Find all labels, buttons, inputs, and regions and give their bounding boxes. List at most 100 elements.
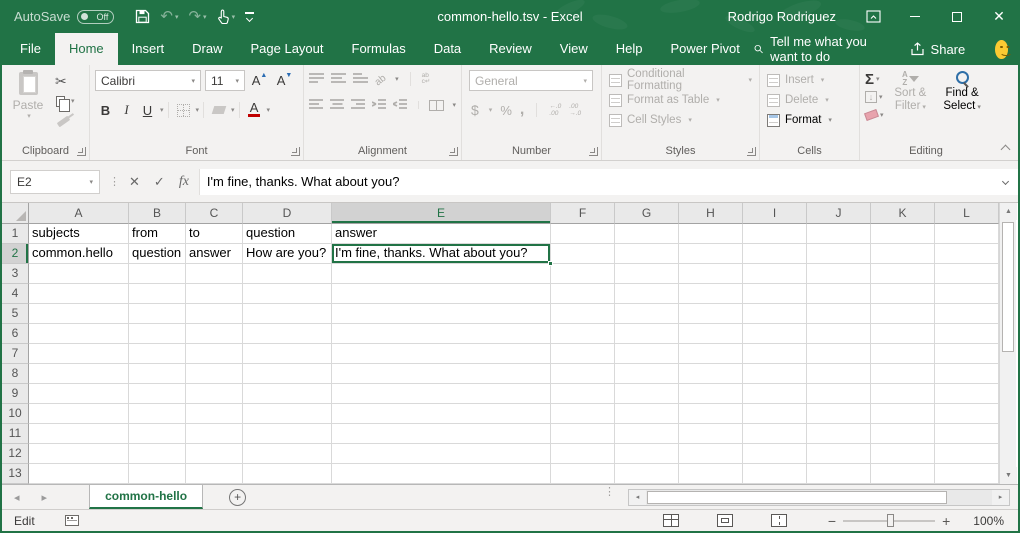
cell-J13[interactable]: [807, 464, 871, 484]
cell-C7[interactable]: [186, 344, 243, 364]
touch-mouse-mode-button[interactable]: ▾: [214, 7, 239, 26]
previous-sheet-button[interactable]: ◂: [14, 491, 20, 504]
cell-G9[interactable]: [615, 384, 679, 404]
number-dialog-launcher[interactable]: [589, 147, 598, 156]
wrap-text-button[interactable]: abc↵: [422, 73, 431, 86]
alignment-dialog-launcher[interactable]: [449, 147, 458, 156]
cell-I5[interactable]: [743, 304, 807, 324]
dropdown-icon[interactable]: ▾: [716, 96, 720, 104]
cell-I1[interactable]: [743, 224, 807, 244]
delete-cells-button[interactable]: Delete▾: [765, 90, 854, 110]
cell-G4[interactable]: [615, 284, 679, 304]
column-header-L[interactable]: L: [935, 203, 999, 224]
cell-A12[interactable]: [29, 444, 129, 464]
cell-L7[interactable]: [935, 344, 999, 364]
cell-K7[interactable]: [871, 344, 935, 364]
cell-F10[interactable]: [551, 404, 615, 424]
cell-J6[interactable]: [807, 324, 871, 344]
new-sheet-button[interactable]: +: [229, 489, 246, 506]
percent-format-button[interactable]: %: [500, 103, 512, 118]
cell-L2[interactable]: [935, 244, 999, 264]
cell-B6[interactable]: [129, 324, 186, 344]
cell-A13[interactable]: [29, 464, 129, 484]
cell-J3[interactable]: [807, 264, 871, 284]
cell-D5[interactable]: [243, 304, 332, 324]
cell-L5[interactable]: [935, 304, 999, 324]
scroll-right-button[interactable]: ▸: [992, 490, 1009, 505]
cell-C5[interactable]: [186, 304, 243, 324]
cell-D10[interactable]: [243, 404, 332, 424]
dropdown-icon[interactable]: ▾: [235, 77, 239, 85]
cell-C9[interactable]: [186, 384, 243, 404]
cell-F4[interactable]: [551, 284, 615, 304]
format-as-table-button[interactable]: Format as Table▾: [607, 90, 754, 110]
italic-button[interactable]: I: [116, 100, 137, 120]
cell-C8[interactable]: [186, 364, 243, 384]
dropdown-icon[interactable]: ▾: [489, 106, 493, 114]
scroll-up-button[interactable]: ▲: [1000, 203, 1017, 220]
cell-E1[interactable]: answer: [332, 224, 551, 244]
dropdown-icon[interactable]: ▾: [876, 75, 880, 83]
cell-D4[interactable]: [243, 284, 332, 304]
orientation-button[interactable]: ab: [375, 70, 386, 88]
cell-H1[interactable]: [679, 224, 743, 244]
cell-I2[interactable]: [743, 244, 807, 264]
cell-A6[interactable]: [29, 324, 129, 344]
cell-I13[interactable]: [743, 464, 807, 484]
autosum-button[interactable]: Σ▾: [865, 71, 884, 87]
cell-H2[interactable]: [679, 244, 743, 264]
cell-K4[interactable]: [871, 284, 935, 304]
cell-D11[interactable]: [243, 424, 332, 444]
tab-home[interactable]: Home: [55, 33, 118, 65]
font-name-combobox[interactable]: Calibri▾: [95, 70, 201, 91]
cell-J12[interactable]: [807, 444, 871, 464]
name-box[interactable]: E2 ▾: [10, 170, 100, 194]
cell-I7[interactable]: [743, 344, 807, 364]
cell-A10[interactable]: [29, 404, 129, 424]
tab-insert[interactable]: Insert: [118, 33, 179, 65]
cell-F3[interactable]: [551, 264, 615, 284]
cell-H13[interactable]: [679, 464, 743, 484]
comma-format-button[interactable]: ,: [520, 101, 524, 119]
cell-L11[interactable]: [935, 424, 999, 444]
dropdown-icon[interactable]: ▾: [821, 76, 825, 84]
cell-J4[interactable]: [807, 284, 871, 304]
bottom-align-icon[interactable]: [353, 73, 368, 85]
cell-L1[interactable]: [935, 224, 999, 244]
scroll-down-button[interactable]: ▼: [1000, 467, 1017, 484]
tab-formulas[interactable]: Formulas: [338, 33, 420, 65]
cell-J7[interactable]: [807, 344, 871, 364]
cell-D1[interactable]: question: [243, 224, 332, 244]
tab-help[interactable]: Help: [602, 33, 657, 65]
cell-I11[interactable]: [743, 424, 807, 444]
number-format-combobox[interactable]: General▾: [469, 70, 593, 91]
tab-draw[interactable]: Draw: [178, 33, 236, 65]
cell-J1[interactable]: [807, 224, 871, 244]
horizontal-scrollbar-thumb[interactable]: [647, 491, 947, 504]
cell-L13[interactable]: [935, 464, 999, 484]
dropdown-icon[interactable]: ▾: [453, 101, 457, 109]
cell-A5[interactable]: [29, 304, 129, 324]
cell-I6[interactable]: [743, 324, 807, 344]
bold-button[interactable]: B: [95, 100, 116, 120]
copy-button[interactable]: ▾: [55, 93, 75, 109]
cell-D3[interactable]: [243, 264, 332, 284]
styles-dialog-launcher[interactable]: [747, 147, 756, 156]
page-layout-view-button[interactable]: [717, 514, 733, 527]
dropdown-icon[interactable]: ▾: [825, 96, 829, 104]
cell-H10[interactable]: [679, 404, 743, 424]
formula-input[interactable]: I'm fine, thanks. What about you?: [199, 169, 992, 195]
cell-L6[interactable]: [935, 324, 999, 344]
clipboard-dialog-launcher[interactable]: [77, 147, 86, 156]
row-header-5[interactable]: 5: [2, 304, 29, 324]
cell-A7[interactable]: [29, 344, 129, 364]
dropdown-icon[interactable]: ▾: [232, 13, 236, 21]
row-header-13[interactable]: 13: [2, 464, 29, 484]
sheet-tab-common-hello[interactable]: common-hello: [89, 485, 203, 509]
column-header-J[interactable]: J: [807, 203, 871, 224]
cell-C6[interactable]: [186, 324, 243, 344]
format-painter-button[interactable]: [55, 113, 75, 129]
cell-C1[interactable]: to: [186, 224, 243, 244]
decrease-decimal-button[interactable]: .00→.0: [569, 103, 581, 117]
cell-A9[interactable]: [29, 384, 129, 404]
